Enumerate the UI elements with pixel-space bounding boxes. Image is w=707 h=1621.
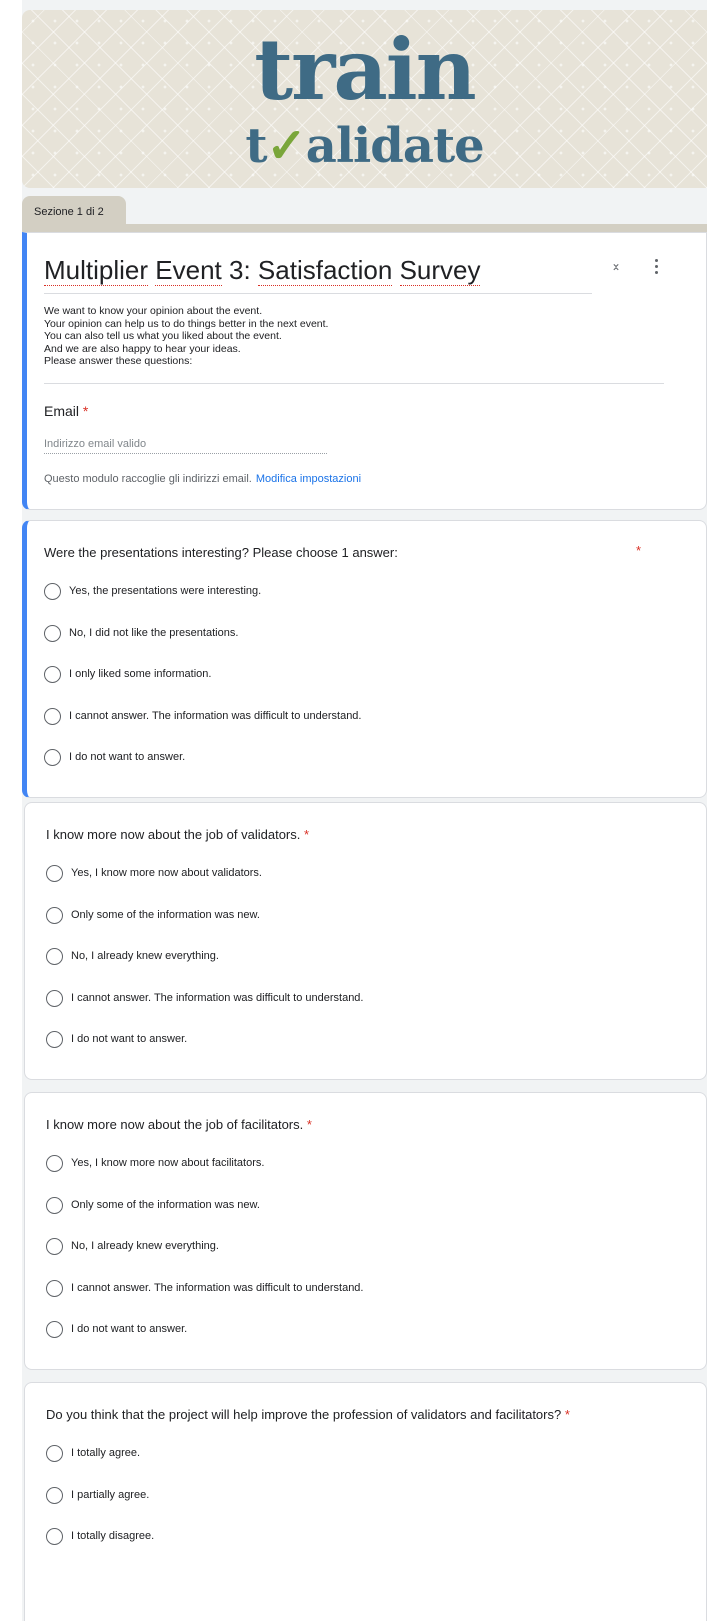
radio-option[interactable]: Yes, the presentations were interesting.	[44, 583, 361, 625]
radio-option[interactable]: I partially agree.	[46, 1486, 154, 1529]
radio-group: Yes, I know more now about validators. O…	[46, 865, 363, 1073]
required-asterisk: *	[306, 1117, 312, 1132]
option-label: Yes, I know more now about facilitators.	[71, 1157, 265, 1169]
radio-button[interactable]	[44, 666, 61, 683]
section-tab-row: Sezione 1 di 2	[22, 196, 707, 232]
question-card[interactable]: I know more now about the job of facilit…	[24, 1092, 707, 1370]
question-title: Were the presentations interesting? Plea…	[44, 545, 398, 560]
option-label: No, I did not like the presentations.	[69, 626, 239, 639]
email-collection-note: Questo modulo raccoglie gli indirizzi em…	[44, 473, 362, 485]
radio-button[interactable]	[46, 1279, 63, 1297]
title-underline	[44, 293, 592, 294]
section-tab[interactable]: Sezione 1 di 2	[22, 196, 126, 228]
option-label: Yes, the presentations were interesting.	[69, 585, 262, 597]
description-underline	[44, 383, 664, 384]
option-label: I cannot answer. The information was dif…	[71, 1281, 364, 1294]
option-label: I only liked some information.	[69, 668, 212, 680]
radio-button[interactable]	[46, 1238, 63, 1255]
radio-option[interactable]: Only some of the information was new.	[46, 906, 363, 949]
option-label: I cannot answer. The information was dif…	[71, 991, 364, 1004]
option-label: I do not want to answer.	[71, 1323, 188, 1335]
radio-option[interactable]: I only liked some information.	[44, 666, 361, 708]
question-card[interactable]: Were the presentations interesting? Plea…	[22, 520, 707, 798]
question-card[interactable]: Do you think that the project will help …	[24, 1382, 707, 1621]
radio-option[interactable]: No, I did not like the presentations.	[44, 624, 361, 667]
radio-option[interactable]: No, I already knew everything.	[46, 948, 363, 990]
radio-button[interactable]	[44, 707, 61, 725]
radio-button[interactable]	[46, 1486, 63, 1504]
form-description[interactable]: We want to know your opinion about the e…	[44, 305, 664, 368]
radio-option[interactable]: Yes, I know more now about validators.	[46, 865, 363, 907]
radio-option[interactable]: I cannot answer. The information was dif…	[44, 707, 362, 750]
radio-button[interactable]	[46, 1196, 63, 1214]
radio-group: Yes, the presentations were interesting.…	[44, 583, 361, 791]
logo-text-validate: t✓alidate	[245, 118, 484, 174]
radio-button[interactable]	[46, 1155, 63, 1172]
option-label: Only some of the information was new.	[71, 908, 260, 921]
option-label: I totally disagree.	[71, 1530, 155, 1542]
option-label: I do not want to answer.	[71, 1033, 188, 1045]
option-label: I cannot answer. The information was dif…	[69, 709, 362, 722]
form-title[interactable]: Multiplier Event 3: Satisfaction Survey	[44, 255, 481, 286]
radio-option[interactable]: I do not want to answer.	[46, 1321, 363, 1363]
radio-button[interactable]	[46, 948, 63, 965]
radio-option[interactable]: I cannot answer. The information was dif…	[46, 1279, 364, 1322]
required-asterisk: *	[564, 1407, 570, 1422]
radio-button[interactable]	[46, 1528, 63, 1545]
form-editor: train t✓alidate Sezione 1 di 2 Multiplie…	[0, 0, 707, 1621]
email-field[interactable]	[44, 434, 327, 454]
radio-button[interactable]	[46, 1031, 63, 1048]
required-asterisk: *	[636, 543, 642, 558]
question-title: I know more now about the job of facilit…	[46, 1117, 312, 1132]
option-label: No, I already knew everything.	[71, 1240, 219, 1252]
radio-option[interactable]: I totally disagree.	[46, 1528, 154, 1570]
radio-option[interactable]: Yes, I know more now about facilitators.	[46, 1155, 363, 1197]
radio-group: I totally agree. I partially agree. I to…	[46, 1445, 154, 1570]
option-label: I totally agree.	[71, 1447, 141, 1459]
collapse-section-icon[interactable]: ⌄ ⌃	[609, 257, 623, 279]
page-margin	[0, 0, 22, 1621]
required-asterisk: *	[82, 403, 89, 419]
radio-button[interactable]	[46, 1321, 63, 1338]
modify-settings-link[interactable]: Modifica impostazioni	[256, 473, 361, 485]
radio-option[interactable]: I do not want to answer.	[44, 749, 361, 791]
question-title: Do you think that the project will help …	[46, 1407, 570, 1422]
radio-group: Yes, I know more now about facilitators.…	[46, 1155, 363, 1363]
radio-button[interactable]	[46, 865, 63, 882]
option-label: I do not want to answer.	[69, 751, 186, 763]
radio-button[interactable]	[44, 624, 61, 642]
question-title: I know more now about the job of validat…	[46, 827, 310, 842]
option-label: No, I already knew everything.	[71, 950, 219, 962]
radio-option[interactable]: Only some of the information was new.	[46, 1196, 363, 1239]
radio-button[interactable]	[46, 1445, 63, 1462]
option-label: I partially agree.	[71, 1488, 150, 1501]
radio-button[interactable]	[44, 583, 61, 600]
form-header-card[interactable]: Multiplier Event 3: Satisfaction Survey …	[22, 232, 707, 510]
logo-text-train: train	[254, 20, 476, 119]
radio-option[interactable]: I do not want to answer.	[46, 1031, 363, 1073]
radio-button[interactable]	[44, 749, 61, 766]
check-icon: ✓	[266, 118, 307, 174]
option-label: Yes, I know more now about validators.	[71, 867, 262, 879]
radio-button[interactable]	[46, 989, 63, 1007]
radio-option[interactable]: I cannot answer. The information was dif…	[46, 989, 364, 1032]
more-options-icon[interactable]	[651, 259, 661, 279]
radio-option[interactable]: No, I already knew everything.	[46, 1238, 363, 1280]
option-label: Only some of the information was new.	[71, 1198, 260, 1211]
email-label: Email *	[44, 403, 89, 419]
question-card[interactable]: I know more now about the job of validat…	[24, 802, 707, 1080]
header-banner-image: train t✓alidate	[22, 10, 707, 188]
radio-option[interactable]: I totally agree.	[46, 1445, 154, 1487]
required-asterisk: *	[304, 827, 310, 842]
radio-button[interactable]	[46, 906, 63, 924]
